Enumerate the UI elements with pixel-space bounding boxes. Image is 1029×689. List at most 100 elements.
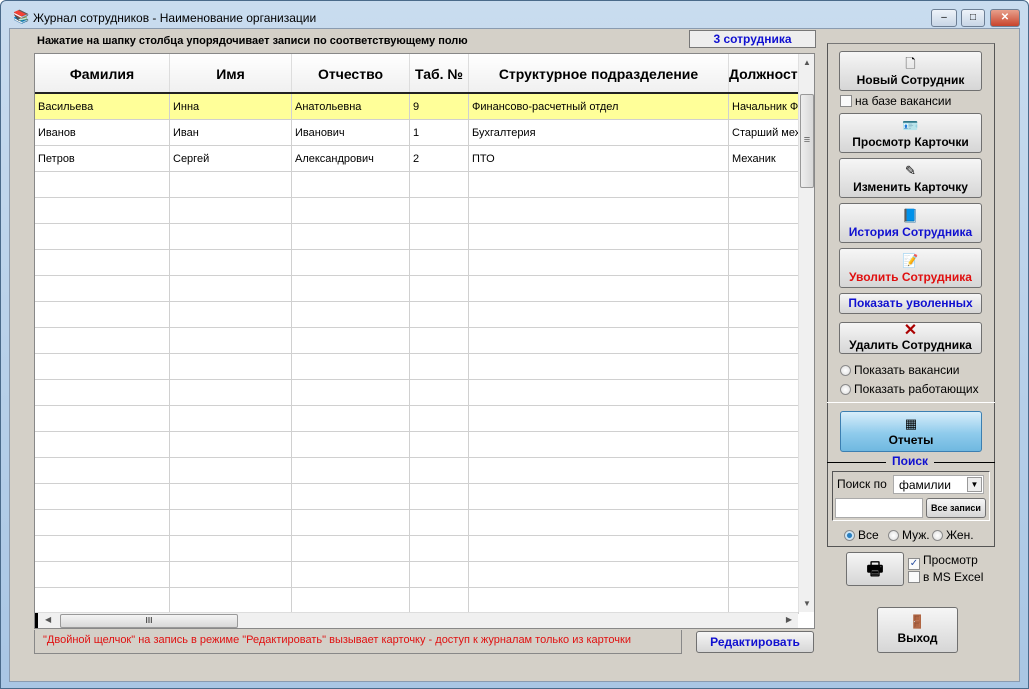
- table-row[interactable]: [35, 536, 799, 562]
- column-header-name[interactable]: Имя: [170, 54, 292, 92]
- table-header: Фамилия Имя Отчество Таб. № Структурное …: [35, 54, 799, 94]
- gender-male-radio[interactable]: Муж.: [888, 528, 930, 542]
- scroll-left-icon[interactable]: ◀: [45, 615, 51, 624]
- table-row[interactable]: Иванов Иван Иванович 1 Бухгалтерия Старший ме…: [35, 120, 799, 146]
- reports-button[interactable]: ▦ Отчеты: [840, 411, 982, 452]
- all-records-button[interactable]: Все записи: [926, 498, 986, 518]
- table-row[interactable]: [35, 354, 799, 380]
- delete-employee-button[interactable]: ✕ Удалить Сотрудника: [839, 322, 982, 354]
- cell-name: [170, 354, 292, 379]
- show-vacancies-radio[interactable]: Показать вакансии: [840, 363, 959, 377]
- chevron-down-icon[interactable]: ▼: [967, 477, 982, 492]
- cell-position: [729, 250, 799, 275]
- cell-department: [469, 588, 729, 613]
- employees-table[interactable]: Фамилия Имя Отчество Таб. № Структурное …: [34, 53, 815, 629]
- column-header-department[interactable]: Структурное подразделение: [469, 54, 729, 92]
- search-field-select[interactable]: фамилии ▼: [893, 475, 984, 494]
- cell-patronymic: [292, 172, 410, 197]
- table-row[interactable]: [35, 432, 799, 458]
- edit-card-button[interactable]: ✎ Изменить Карточку: [839, 158, 982, 198]
- table-row[interactable]: [35, 198, 799, 224]
- cell-tab-no: 2: [410, 146, 469, 171]
- new-document-icon: 🗋: [905, 56, 916, 71]
- vertical-scrollbar[interactable]: ▲ ≡ ▼: [798, 54, 814, 612]
- minimize-button[interactable]: –: [931, 9, 957, 27]
- cell-patronymic: Иванович: [292, 120, 410, 145]
- scroll-down-icon[interactable]: ▼: [799, 599, 814, 608]
- cell-name: Иван: [170, 120, 292, 145]
- table-row[interactable]: Петров Сергей Александрович 2 ПТО Механик: [35, 146, 799, 172]
- cell-department: [469, 562, 729, 587]
- cell-tab-no: [410, 588, 469, 613]
- show-working-radio[interactable]: Показать работающих: [840, 382, 979, 396]
- cell-name: [170, 276, 292, 301]
- cell-surname: Петров: [35, 146, 170, 171]
- horizontal-scrollbar[interactable]: ◀ III ▶: [35, 612, 798, 628]
- new-employee-button[interactable]: 🗋 Новый Сотрудник: [839, 51, 982, 91]
- on-vacancy-checkbox[interactable]: на базе вакансии: [840, 94, 951, 108]
- gender-female-radio[interactable]: Жен.: [932, 528, 974, 542]
- cell-patronymic: [292, 328, 410, 353]
- table-row[interactable]: [35, 588, 799, 614]
- cell-surname: [35, 588, 170, 613]
- table-row[interactable]: [35, 380, 799, 406]
- table-row[interactable]: [35, 172, 799, 198]
- cell-surname: [35, 224, 170, 249]
- employee-history-button[interactable]: 📘 История Сотрудника: [839, 203, 982, 243]
- horizontal-scroll-thumb[interactable]: III: [60, 614, 238, 628]
- cell-department: [469, 224, 729, 249]
- table-row[interactable]: [35, 458, 799, 484]
- table-row[interactable]: [35, 510, 799, 536]
- table-row[interactable]: [35, 250, 799, 276]
- exit-button[interactable]: 🚪 Выход: [877, 607, 958, 653]
- cell-tab-no: [410, 432, 469, 457]
- cell-surname: [35, 406, 170, 431]
- column-header-tab-no[interactable]: Таб. №: [410, 54, 469, 92]
- close-button[interactable]: ✕: [990, 9, 1020, 27]
- table-row[interactable]: [35, 276, 799, 302]
- edit-mode-button[interactable]: Редактировать: [696, 631, 814, 653]
- scroll-right-icon[interactable]: ▶: [786, 615, 792, 624]
- table-row[interactable]: [35, 406, 799, 432]
- cell-name: Сергей: [170, 146, 292, 171]
- gender-all-radio[interactable]: Все: [844, 528, 879, 542]
- cell-position: [729, 328, 799, 353]
- cell-name: Инна: [170, 94, 292, 119]
- column-header-patronymic[interactable]: Отчество: [292, 54, 410, 92]
- cell-surname: [35, 510, 170, 535]
- cell-name: [170, 172, 292, 197]
- cell-department: [469, 328, 729, 353]
- cell-surname: [35, 354, 170, 379]
- table-row[interactable]: [35, 328, 799, 354]
- table-row[interactable]: [35, 562, 799, 588]
- table-row[interactable]: [35, 224, 799, 250]
- cell-position: [729, 536, 799, 561]
- vertical-scroll-thumb[interactable]: ≡: [800, 94, 814, 188]
- column-header-position[interactable]: Должность: [729, 54, 799, 92]
- search-input[interactable]: [835, 498, 923, 518]
- app-window: 📚 Журнал сотрудников - Наименование орга…: [0, 0, 1029, 689]
- maximize-button[interactable]: □: [961, 9, 985, 27]
- scroll-up-icon[interactable]: ▲: [799, 58, 814, 67]
- show-dismissed-button[interactable]: Показать уволенных: [839, 293, 982, 314]
- preview-checkbox[interactable]: ✓ Просмотр: [908, 553, 978, 570]
- cell-department: [469, 198, 729, 223]
- excel-checkbox[interactable]: в MS Excel: [908, 570, 983, 584]
- table-row[interactable]: [35, 484, 799, 510]
- cell-department: Бухгалтерия: [469, 120, 729, 145]
- cell-name: [170, 484, 292, 509]
- cell-position: Механик: [729, 146, 799, 171]
- dismiss-notepad-icon: 📝: [902, 253, 919, 268]
- table-row[interactable]: [35, 302, 799, 328]
- print-button[interactable]: 🖶: [846, 552, 904, 586]
- cell-tab-no: [410, 354, 469, 379]
- cell-position: [729, 380, 799, 405]
- cell-position: [729, 302, 799, 327]
- column-header-surname[interactable]: Фамилия: [35, 54, 170, 92]
- table-row[interactable]: Васильева Инна Анатольевна 9 Финансово-расче…: [35, 94, 799, 120]
- view-card-button[interactable]: 🪪 Просмотр Карточки: [839, 113, 982, 153]
- cell-name: [170, 302, 292, 327]
- cell-position: [729, 198, 799, 223]
- cell-name: [170, 198, 292, 223]
- dismiss-employee-button[interactable]: 📝 Уволить Сотрудника: [839, 248, 982, 288]
